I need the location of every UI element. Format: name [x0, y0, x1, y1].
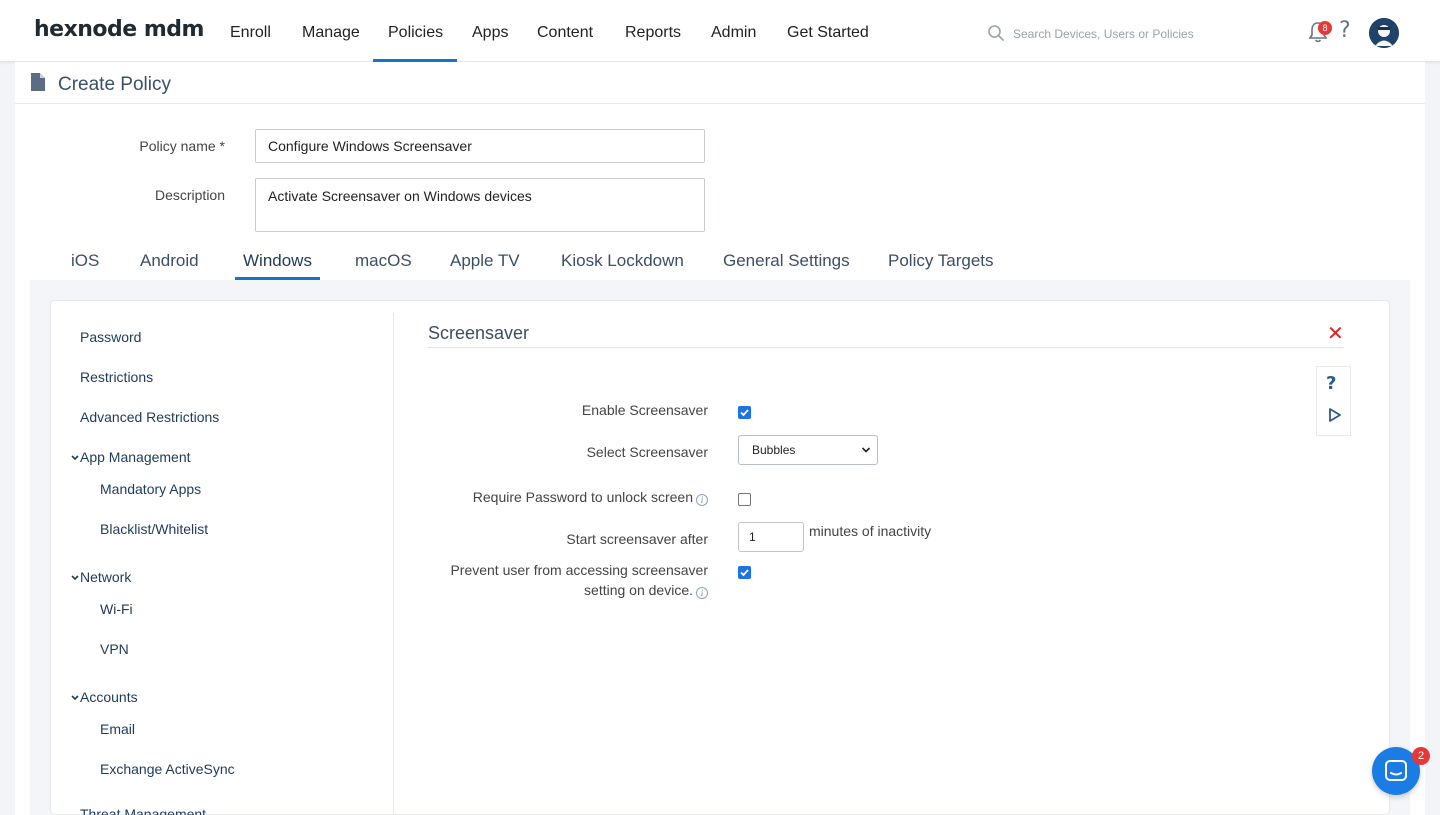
tab-android[interactable]: Android	[132, 240, 207, 280]
select-screensaver-label: Select Screensaver	[586, 444, 708, 460]
tab-ios[interactable]: iOS	[63, 240, 107, 280]
document-icon	[31, 73, 45, 91]
screensaver-select-value: Bubbles	[752, 443, 796, 457]
user-avatar-icon	[1369, 18, 1399, 48]
top-navbar: hexnode mdm Enroll Manage Policies Apps …	[0, 0, 1440, 62]
sidebar-item-label: Threat Management	[80, 807, 207, 815]
start-after-input[interactable]: 1	[738, 522, 804, 552]
tab-windows[interactable]: Windows	[235, 240, 320, 280]
main-card: Create Policy Policy name * Description …	[15, 62, 1425, 815]
sidebar-item-restrictions[interactable]: Restrictions	[80, 369, 153, 385]
search-icon	[988, 25, 1004, 41]
global-search	[987, 22, 1257, 46]
chevron-down-icon	[71, 455, 79, 461]
sidebar-item-mandatory-apps[interactable]: Mandatory Apps	[100, 481, 201, 497]
prevent-access-text-line2: setting on device.	[584, 582, 693, 598]
description-textarea[interactable]: Activate Screensaver on Windows devices	[255, 178, 705, 232]
tab-policy-targets[interactable]: Policy Targets	[880, 240, 1002, 280]
content-area: Password Restrictions Advanced Restricti…	[30, 280, 1410, 815]
sidebar-divider	[393, 313, 394, 815]
notification-badge: 8	[1318, 21, 1332, 35]
search-input[interactable]	[1013, 22, 1253, 46]
enable-screensaver-label: Enable Screensaver	[581, 402, 708, 418]
nav-content[interactable]: Content	[522, 0, 608, 62]
sidebar-group-app-management[interactable]: App Management	[70, 449, 191, 465]
close-icon[interactable]: ✕	[1327, 321, 1344, 345]
tab-apple-tv[interactable]: Apple TV	[442, 240, 528, 280]
page-header: Create Policy	[15, 62, 1425, 104]
sidebar-item-label: Exchange ActiveSync	[100, 761, 235, 777]
chevron-down-icon	[71, 695, 79, 701]
section-divider	[428, 347, 1344, 348]
chat-badge: 2	[1412, 747, 1430, 765]
sidebar-group-accounts[interactable]: Accounts	[70, 689, 138, 705]
sidebar-item-exchange-activesync[interactable]: Exchange ActiveSync	[100, 761, 235, 777]
hexnode-logo[interactable]: hexnode mdm	[34, 17, 204, 42]
nav-admin[interactable]: Admin	[696, 0, 771, 62]
prevent-access-text-line1: Prevent user from accessing screensaver	[450, 562, 708, 578]
avatar[interactable]	[1369, 18, 1399, 48]
sidebar-item-label: Wi-Fi	[100, 601, 133, 617]
nav-manage[interactable]: Manage	[287, 0, 375, 62]
enable-screensaver-checkbox[interactable]	[738, 406, 751, 419]
tab-macos[interactable]: macOS	[347, 240, 420, 280]
nav-apps[interactable]: Apps	[457, 0, 523, 62]
sidebar-item-label: Email	[100, 721, 136, 737]
tab-general-settings[interactable]: General Settings	[715, 240, 858, 280]
info-icon[interactable]: i	[696, 494, 708, 506]
require-password-text: Require Password to unlock screen	[472, 489, 693, 505]
nav-enroll[interactable]: Enroll	[215, 0, 286, 62]
sidebar-item-wifi[interactable]: Wi-Fi	[100, 601, 133, 617]
help-icon[interactable]: ?	[1339, 18, 1351, 43]
play-icon[interactable]	[1328, 407, 1342, 423]
sidebar-item-threat-management[interactable]: Threat Management	[80, 807, 206, 815]
sidebar-group-network[interactable]: Network	[70, 569, 131, 585]
section-title: Screensaver	[428, 323, 530, 343]
sidebar-item-label: Advanced Restrictions	[80, 409, 220, 425]
chevron-down-icon	[861, 447, 871, 453]
sidebar-item-label: Blacklist/Whitelist	[100, 521, 209, 537]
screensaver-select[interactable]: Bubbles	[738, 435, 878, 465]
sidebar-item-label: Password	[80, 329, 142, 345]
info-icon[interactable]: i	[696, 587, 708, 599]
tab-kiosk-lockdown[interactable]: Kiosk Lockdown	[553, 240, 692, 280]
sidebar-item-label: Mandatory Apps	[100, 481, 202, 497]
checkmark-icon	[740, 569, 749, 577]
sidebar-item-vpn[interactable]: VPN	[100, 641, 129, 657]
start-after-label: Start screensaver after	[566, 531, 708, 547]
require-password-label: Require Password to unlock screen i	[408, 487, 708, 507]
sidebar-item-label: Network	[80, 569, 132, 585]
policy-panel: Password Restrictions Advanced Restricti…	[50, 300, 1390, 815]
checkmark-icon	[740, 409, 749, 417]
policy-name-input[interactable]	[255, 129, 705, 163]
prevent-access-checkbox[interactable]	[738, 566, 751, 579]
sidebar-item-label: Restrictions	[80, 369, 154, 385]
prevent-access-label: Prevent user from accessing screensaver …	[408, 560, 708, 600]
description-label: Description	[154, 187, 225, 203]
nav-reports[interactable]: Reports	[610, 0, 696, 62]
sidebar-item-label: Accounts	[80, 689, 138, 705]
nav-get-started[interactable]: Get Started	[772, 0, 884, 62]
policy-name-label: Policy name *	[139, 138, 225, 154]
sidebar-item-advanced-restrictions[interactable]: Advanced Restrictions	[80, 409, 219, 425]
minutes-unit-label: minutes of inactivity	[809, 523, 932, 539]
sidebar-item-password[interactable]: Password	[80, 329, 141, 345]
help-toolbar: ?	[1316, 366, 1351, 436]
require-password-checkbox[interactable]	[738, 493, 751, 506]
chevron-down-icon	[71, 575, 79, 581]
sidebar-item-email[interactable]: Email	[100, 721, 135, 737]
sidebar-item-label: VPN	[100, 641, 129, 657]
help-icon[interactable]: ?	[1326, 373, 1336, 394]
page-title: Create Policy	[58, 74, 171, 95]
sidebar-item-blacklist-whitelist[interactable]: Blacklist/Whitelist	[100, 521, 208, 537]
nav-policies[interactable]: Policies	[373, 0, 457, 62]
sidebar-item-label: App Management	[80, 449, 191, 465]
